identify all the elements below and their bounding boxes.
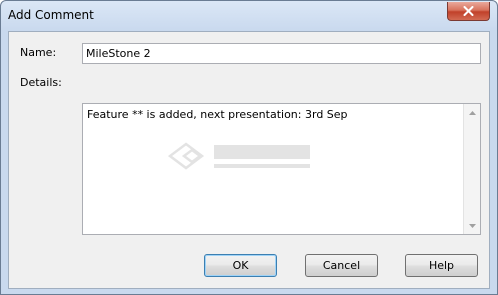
close-button[interactable]	[447, 2, 490, 21]
name-label: Name:	[20, 46, 57, 59]
scroll-down-button[interactable]	[464, 217, 480, 234]
details-label: Details:	[20, 76, 62, 89]
name-input[interactable]: MileStone 2	[82, 43, 481, 64]
dialog-body: Name: MileStone 2 Details: Feature ** is…	[8, 31, 490, 289]
add-comment-dialog: Add Comment Name: MileStone 2 Details: F…	[0, 0, 498, 295]
cancel-button[interactable]: Cancel	[305, 254, 378, 277]
ok-button[interactable]: OK	[204, 254, 277, 277]
scroll-up-arrow-icon	[468, 110, 476, 115]
help-button[interactable]: Help	[405, 254, 478, 277]
scroll-up-button[interactable]	[464, 104, 480, 121]
dialog-title: Add Comment	[8, 8, 94, 22]
details-textarea[interactable]: Feature ** is added, next presentation: …	[82, 103, 481, 235]
details-text: Feature ** is added, next presentation: …	[87, 108, 348, 121]
close-icon	[463, 6, 474, 16]
title-bar[interactable]: Add Comment	[1, 1, 497, 31]
scroll-down-arrow-icon	[468, 223, 476, 228]
details-scrollbar[interactable]	[463, 104, 480, 234]
watermark-logo	[168, 136, 318, 176]
